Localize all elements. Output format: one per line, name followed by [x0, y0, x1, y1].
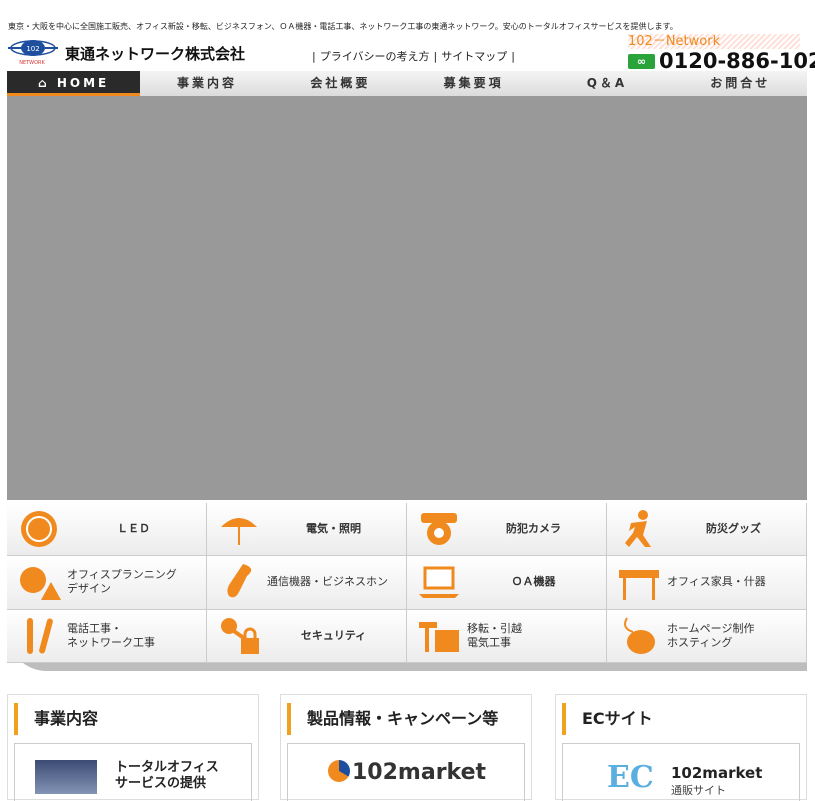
laptop-icon: [419, 566, 459, 599]
service-wiring[interactable]: 電話工事・ ネットワーク工事: [7, 609, 207, 663]
card-ec-link[interactable]: EC 102market 通販サイト: [562, 743, 800, 801]
service-security[interactable]: セキュリティ: [207, 609, 407, 663]
nav-recruit[interactable]: 募集要項: [407, 71, 540, 96]
company-name[interactable]: 東通ネットワーク株式会社: [65, 43, 245, 64]
nav-company[interactable]: 会社概要: [274, 71, 407, 96]
card-products-title: 製品情報・キャンペーン等: [287, 703, 498, 735]
card-products-link[interactable]: 102market: [287, 743, 525, 801]
freedial-number: ∞ 0120-886-102: [628, 49, 815, 73]
home-icon: ⌂: [38, 76, 57, 90]
led-icon: [21, 511, 57, 548]
camera-icon: [421, 513, 457, 546]
service-moving[interactable]: 移転・引越 電気工事: [407, 609, 607, 663]
card-business: 事業内容 トータルオフィス サービスの提供: [7, 694, 259, 801]
main-nav: ⌂ HOME 事業内容 会社概要 募集要項 Q＆A お問合せ: [7, 71, 807, 96]
sitemap-link[interactable]: サイトマップ: [441, 50, 507, 63]
nav-business[interactable]: 事業内容: [140, 71, 273, 96]
ec-name: 102market: [671, 764, 763, 782]
freedial-icon: ∞: [628, 54, 655, 69]
company-logo[interactable]: 102 NETWORK: [8, 38, 58, 66]
desk-icon: [619, 570, 659, 601]
shapes-icon: [20, 567, 61, 601]
service-grid: ＬＥＤ 電気・照明 防犯カメラ 防災グッズ オフィスプランニング デザイン 通信…: [7, 503, 807, 671]
service-camera[interactable]: 防犯カメラ: [407, 503, 607, 557]
market-logo-icon: [328, 760, 350, 782]
card-business-link[interactable]: トータルオフィス サービスの提供: [14, 743, 252, 801]
nav-faq[interactable]: Q＆A: [540, 71, 673, 96]
ec-sub: 通販サイト: [671, 784, 726, 797]
market-logo: 102market: [328, 760, 486, 785]
service-oa[interactable]: ＯＡ機器: [407, 556, 607, 610]
lamp-icon: [221, 518, 257, 546]
service-lighting[interactable]: 電気・照明: [207, 503, 407, 557]
card-ec: ECサイト EC 102market 通販サイト: [555, 694, 807, 801]
key-lock-icon: [221, 617, 259, 654]
emergency-exit-icon: [625, 510, 651, 548]
service-telecom[interactable]: 通信機器・ビジネスホン: [207, 556, 407, 610]
service-web[interactable]: ホームページ制作 ホスティング: [607, 609, 807, 663]
card-products: 製品情報・キャンペーン等 102market: [280, 694, 532, 801]
moving-box-icon: [419, 621, 459, 652]
office-photo: [35, 760, 97, 794]
tools-icon: [27, 617, 53, 654]
logo-sub: NETWORK: [19, 60, 45, 66]
phone-icon: [227, 564, 252, 598]
nav-home[interactable]: ⌂ HOME: [7, 71, 141, 96]
mouse-icon: [624, 617, 655, 654]
ec-logo-icon: EC: [607, 760, 654, 795]
logo-badge: 102: [26, 45, 39, 53]
card-business-text: トータルオフィス サービスの提供: [115, 760, 219, 791]
service-disaster[interactable]: 防災グッズ: [607, 503, 807, 557]
service-office-planning[interactable]: オフィスプランニング デザイン: [7, 556, 207, 610]
phone-brand: 102－Network: [628, 34, 800, 49]
service-led[interactable]: ＬＥＤ: [7, 503, 207, 557]
privacy-link[interactable]: プライバシーの考え方: [320, 50, 430, 63]
hero-banner: [7, 96, 807, 500]
freedial-text: 0120-886-102: [659, 49, 815, 73]
feature-cards: 事業内容 トータルオフィス サービスの提供 製品情報・キャンペーン等 102ma…: [7, 694, 807, 801]
card-ec-title: ECサイト: [562, 703, 653, 735]
service-furniture[interactable]: オフィス家具・什器: [607, 556, 807, 610]
nav-contact[interactable]: お問合せ: [674, 71, 807, 96]
card-business-title: 事業内容: [14, 703, 98, 735]
top-links: | プライバシーの考え方 | サイトマップ |: [312, 50, 515, 63]
header-tagline: 東京・大阪を中心に全国施工販売、オフィス新設・移転、ビジネスフォン、ＯＡ機器・電…: [8, 22, 678, 31]
